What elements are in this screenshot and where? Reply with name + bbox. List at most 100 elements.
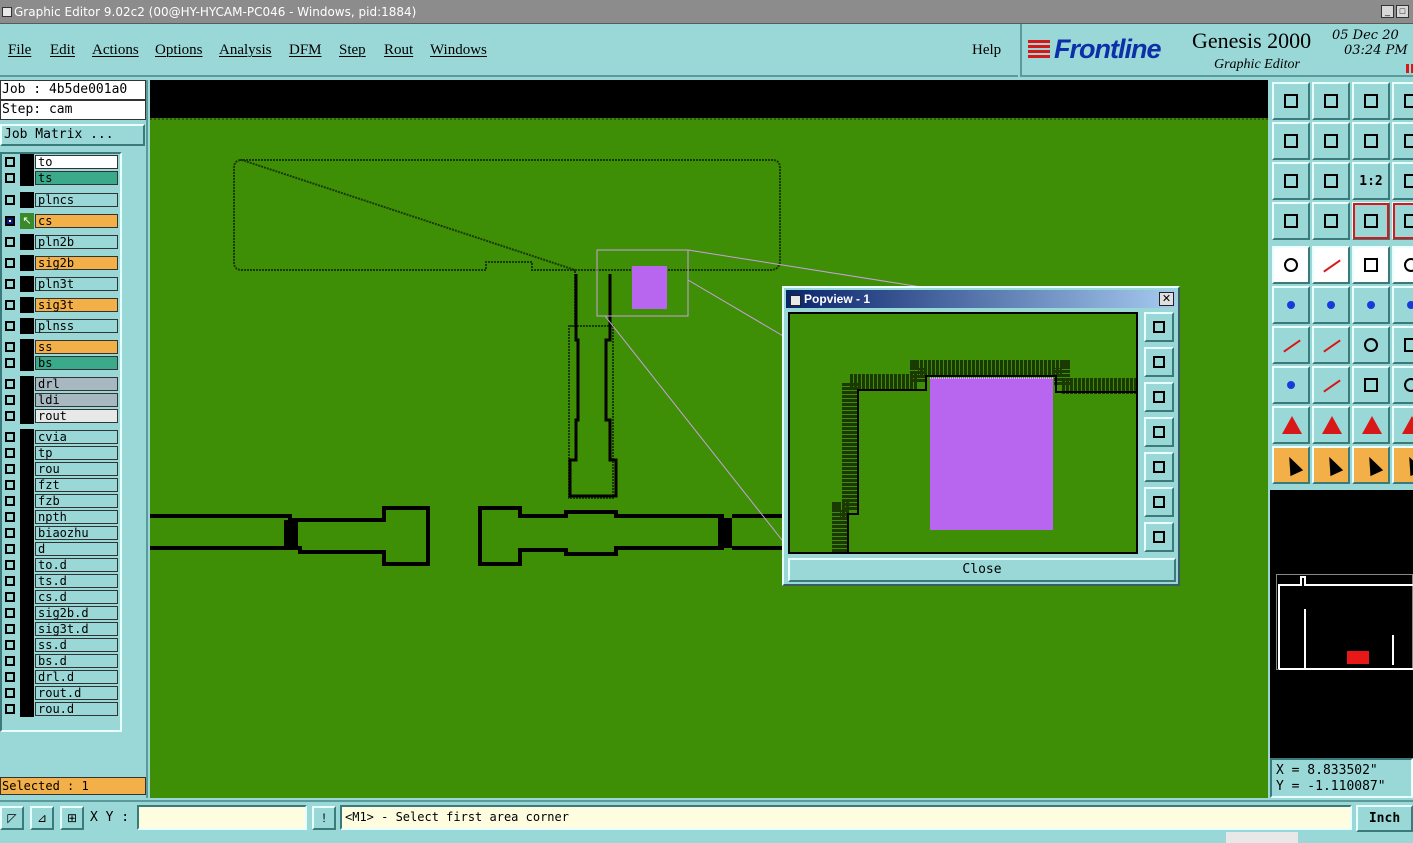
pad-select-icon[interactable]	[1272, 366, 1310, 404]
layer-row[interactable]: ss.d	[2, 637, 120, 653]
connect-icon[interactable]	[1272, 286, 1310, 324]
layer-row[interactable]: sig2b.d	[2, 605, 120, 621]
layer-row[interactable]: to	[2, 154, 120, 170]
layer-name[interactable]: rout.d	[35, 686, 118, 700]
layer-checkbox[interactable]	[5, 448, 15, 458]
maximize-icon[interactable]: □	[1396, 5, 1409, 18]
layer-checkbox[interactable]	[5, 496, 15, 506]
units-button[interactable]: Inch	[1356, 805, 1413, 832]
move-point-icon[interactable]	[1352, 286, 1390, 324]
layer-name[interactable]: bs.d	[35, 654, 118, 668]
layer-name[interactable]: ts.d	[35, 574, 118, 588]
triangle-alt-icon[interactable]	[1312, 406, 1350, 444]
zoom-home-icon[interactable]	[1272, 162, 1310, 200]
layer-checkbox[interactable]	[5, 592, 15, 602]
measure-icon[interactable]	[1352, 366, 1390, 404]
popview-close-button[interactable]: Close	[788, 558, 1176, 582]
layer-checkbox[interactable]	[5, 432, 15, 442]
layer-status-slot[interactable]	[20, 318, 34, 334]
menu-file[interactable]: File	[8, 42, 31, 59]
layer-name[interactable]: ts	[35, 171, 118, 185]
menu-step[interactable]: Step	[339, 42, 366, 59]
layer-name[interactable]: ldi	[35, 393, 118, 407]
layer-checkbox[interactable]	[5, 528, 15, 538]
layer-row[interactable]: ts	[2, 170, 120, 186]
menu-actions[interactable]: Actions	[92, 42, 139, 59]
layer-checkbox[interactable]	[5, 321, 15, 331]
layer-name[interactable]: drl	[35, 377, 118, 391]
grid-icon[interactable]	[1312, 202, 1350, 240]
layer-status-slot[interactable]	[20, 541, 34, 557]
layer-row[interactable]: fzb	[2, 493, 120, 509]
pan-right-icon[interactable]	[1312, 122, 1350, 160]
job-matrix-button[interactable]: Job Matrix ...	[0, 124, 145, 146]
layer-checkbox[interactable]	[5, 608, 15, 618]
layer-checkbox[interactable]	[5, 395, 15, 405]
layer-row[interactable]: biaozhu	[2, 525, 120, 541]
close-icon[interactable]: ✕	[1159, 292, 1174, 306]
layer-row[interactable]: sig3t	[2, 297, 120, 313]
layer-checkbox[interactable]	[5, 704, 15, 714]
layer-status-slot[interactable]	[20, 573, 34, 589]
layer-name[interactable]: sig3t	[35, 298, 118, 312]
layer-checkbox[interactable]	[5, 544, 15, 554]
slash-icon[interactable]	[1312, 326, 1350, 364]
layer-name[interactable]: plncs	[35, 193, 118, 207]
layer-status-slot[interactable]	[20, 445, 34, 461]
layer-name[interactable]: rou.d	[35, 702, 118, 716]
layer-row[interactable]: rou	[2, 461, 120, 477]
menu-options[interactable]: Options	[155, 42, 203, 59]
layer-status-slot[interactable]	[20, 525, 34, 541]
alert-icon[interactable]: !	[312, 806, 336, 830]
layer-row[interactable]: cs.d	[2, 589, 120, 605]
layer-name[interactable]: ss	[35, 340, 118, 354]
snap-mode-icon[interactable]: ⊿	[30, 806, 54, 830]
work-layer-arrow-icon[interactable]: ↖	[20, 213, 34, 229]
menu-edit[interactable]: Edit	[50, 42, 75, 59]
ruler-icon[interactable]	[1352, 246, 1390, 284]
layer-checkbox[interactable]	[5, 640, 15, 650]
layer-name[interactable]: to.d	[35, 558, 118, 572]
triangle-icon[interactable]	[1272, 406, 1310, 444]
window-icon[interactable]	[1392, 82, 1413, 120]
layer-name[interactable]: cs	[35, 214, 118, 228]
split-icon[interactable]	[1392, 286, 1413, 324]
menu-windows[interactable]: Windows	[430, 42, 487, 59]
layer-name[interactable]: ss.d	[35, 638, 118, 652]
layer-name[interactable]: fzb	[35, 494, 118, 508]
add-line-icon[interactable]	[1312, 246, 1350, 284]
settings-icon[interactable]	[1272, 202, 1310, 240]
layer-checkbox[interactable]	[5, 157, 15, 167]
zoom-in-icon[interactable]	[1144, 312, 1174, 342]
layer-status-slot[interactable]	[20, 653, 34, 669]
menu-dfm[interactable]: DFM	[289, 42, 322, 59]
pan-left-icon[interactable]	[1272, 122, 1310, 160]
layer-row[interactable]: ldi	[2, 392, 120, 408]
angle-icon[interactable]	[1272, 326, 1310, 364]
layer-row[interactable]: ss	[2, 339, 120, 355]
layer-status-slot[interactable]	[20, 685, 34, 701]
layer-row[interactable]: pln3t	[2, 276, 120, 292]
menu-analysis[interactable]: Analysis	[219, 42, 272, 59]
layer-name[interactable]: plnss	[35, 319, 118, 333]
layer-checkbox[interactable]	[5, 173, 15, 183]
layer-checkbox[interactable]	[5, 411, 15, 421]
layer-checkbox[interactable]	[5, 342, 15, 352]
pan-up-icon[interactable]	[1272, 82, 1310, 120]
layer-row[interactable]: tp	[2, 445, 120, 461]
layer-status-slot[interactable]	[20, 669, 34, 685]
pan-down-icon[interactable]	[1144, 382, 1174, 412]
layer-name[interactable]: npth	[35, 510, 118, 524]
layer-status-slot[interactable]	[20, 355, 34, 371]
cursor-mode-icon[interactable]: ◸	[0, 806, 24, 830]
layer-checkbox[interactable]	[5, 624, 15, 634]
popview-canvas[interactable]	[788, 312, 1138, 554]
bracket-icon[interactable]	[1392, 326, 1413, 364]
layer-row[interactable]: drl.d	[2, 669, 120, 685]
layer-checkbox[interactable]	[5, 512, 15, 522]
layer-checkbox[interactable]	[5, 656, 15, 666]
xy-input[interactable]	[137, 805, 307, 830]
layer-checkbox[interactable]	[5, 480, 15, 490]
layer-row[interactable]: drl	[2, 376, 120, 392]
layer-status-slot[interactable]	[20, 621, 34, 637]
